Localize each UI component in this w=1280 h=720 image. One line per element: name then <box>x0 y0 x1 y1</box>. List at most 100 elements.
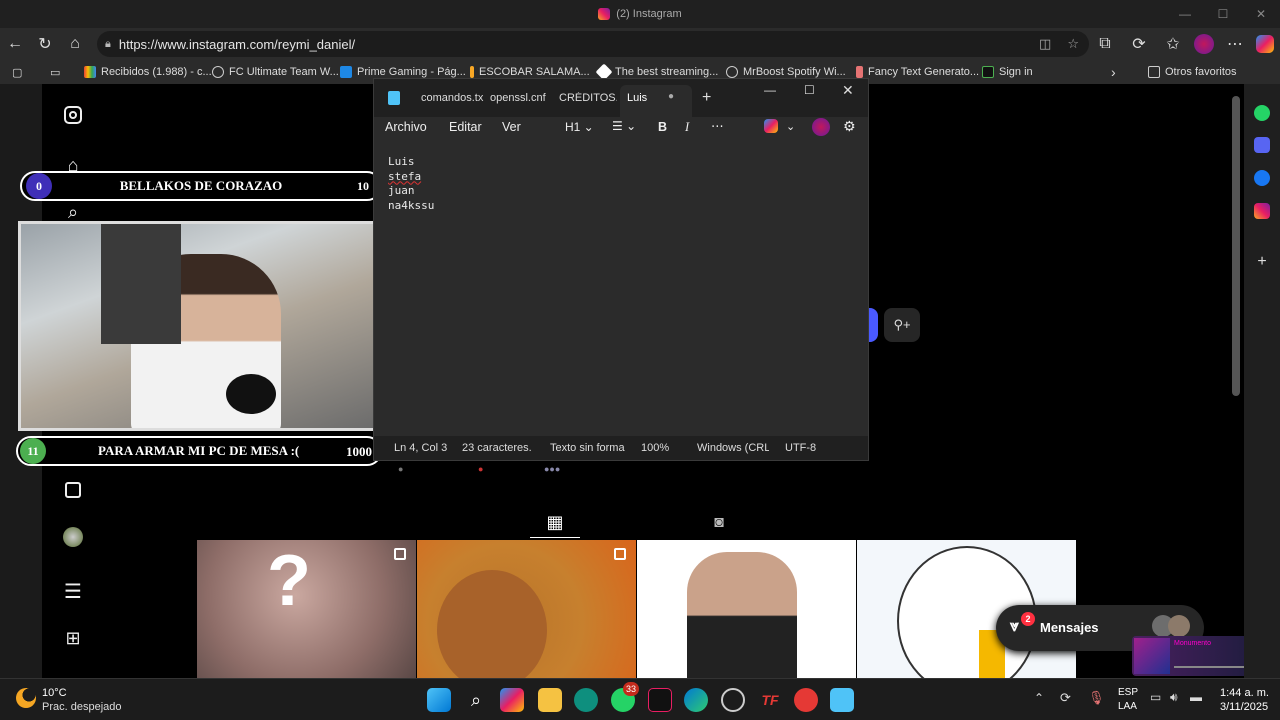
language-bottom[interactable]: LAA <box>1118 701 1137 712</box>
tray-chevron-up-icon[interactable]: ⌃ <box>1034 691 1044 705</box>
copilot-taskbar-icon[interactable] <box>500 688 524 712</box>
search-nav-icon[interactable]: ⌕ <box>62 201 84 223</box>
heading-dropdown[interactable]: H1 ⌄ <box>565 120 594 134</box>
tf-app-icon[interactable]: TF <box>758 688 782 712</box>
add-person-icon[interactable]: ⚲+ <box>884 308 920 342</box>
menu-nav-icon[interactable]: ☰ <box>62 580 84 603</box>
bookmark-fc-ultimate[interactable]: FC Ultimate Team W... <box>212 60 339 84</box>
tiktok-icon[interactable] <box>648 688 672 712</box>
italic-icon[interactable]: I <box>685 120 689 135</box>
bookmark-fancy-text[interactable]: Fancy Text Generato... <box>856 60 979 84</box>
status-line-ending: Windows (CRLF) <box>697 442 769 454</box>
notepad-profile-avatar[interactable] <box>812 118 830 136</box>
settings-gear-icon[interactable]: ⚙ <box>843 118 856 135</box>
instagram-logo-icon[interactable] <box>62 104 84 126</box>
weather-moon-icon[interactable] <box>16 688 36 708</box>
collections-icon[interactable]: ▭ <box>50 60 60 84</box>
messages-label: Mensajes <box>1040 620 1099 635</box>
bookmark-sign-in[interactable]: Sign in <box>982 60 1033 84</box>
split-screen-icon[interactable]: ◫ <box>1039 36 1051 52</box>
tab-comandos[interactable]: comandos.tx <box>421 92 483 104</box>
menu-archivo[interactable]: Archivo <box>385 120 427 134</box>
start-windows-icon[interactable] <box>427 688 451 712</box>
threads-nav-icon[interactable]: ⊞ <box>62 627 84 649</box>
post-thumbnail[interactable] <box>637 540 856 678</box>
battery-icon[interactable]: ▬ <box>1190 690 1202 704</box>
favorites-icon[interactable]: ✩ <box>1160 28 1186 60</box>
profile-avatar[interactable] <box>1194 34 1214 54</box>
address-bar[interactable]: 🔒︎ https://www.instagram.com/reymi_danie… <box>97 31 1089 57</box>
add-sidebar-icon[interactable]: + <box>1254 254 1270 270</box>
globe-icon <box>726 66 738 78</box>
file-explorer-icon[interactable] <box>538 688 562 712</box>
edge-icon[interactable] <box>684 688 708 712</box>
notepad-tab-bar: comandos.tx openssl.cnf CRÉDITOS.txt Lui… <box>374 79 868 117</box>
tagged-tab[interactable]: ◙ <box>706 508 732 538</box>
hidden-stat-icon: ● <box>398 464 404 474</box>
notepad-maximize-button[interactable]: ☐ <box>804 83 815 97</box>
minimize-button[interactable]: — <box>1166 0 1204 28</box>
weather-desc[interactable]: Prac. despejado <box>42 701 122 713</box>
text-line: na4kssu <box>388 198 435 212</box>
post-thumbnail[interactable]: ? <box>197 540 416 678</box>
dashboard-nav-icon[interactable] <box>62 479 84 501</box>
notepad-window: comandos.tx openssl.cnf CRÉDITOS.txt Lui… <box>373 78 869 461</box>
notepad-close-button[interactable]: ✕ <box>842 82 854 99</box>
notepad-taskbar-icon[interactable] <box>830 688 854 712</box>
copilot-notepad-icon[interactable] <box>764 119 778 133</box>
chipmunk-image <box>437 570 547 678</box>
facebook-sidebar-icon[interactable] <box>1254 170 1270 186</box>
read-aloud-icon[interactable]: ⟳ <box>1126 28 1152 60</box>
chevron-right-icon[interactable]: › <box>1111 60 1116 84</box>
globe-icon <box>212 66 224 78</box>
tray-sync-icon[interactable]: ⟳ <box>1060 690 1071 706</box>
copilot-chevron-down-icon[interactable]: ⌄ <box>786 120 795 133</box>
notepad-minimize-button[interactable]: — <box>764 83 776 97</box>
new-tab-plus-icon[interactable]: + <box>702 89 711 107</box>
page-scrollbar[interactable] <box>1232 96 1240 396</box>
clock-time[interactable]: 1:44 a. m. <box>1220 687 1269 699</box>
grid-icon: ▦ <box>546 512 564 532</box>
webcam-feed <box>18 221 382 431</box>
more-format-icon[interactable]: ⋯ <box>711 118 724 133</box>
profile-nav-avatar[interactable] <box>62 526 84 548</box>
maximize-button[interactable]: ☐ <box>1204 0 1242 28</box>
tab-actions-icon[interactable]: ▢ <box>12 60 22 84</box>
tab-creditos[interactable]: CRÉDITOS.txt <box>559 92 617 104</box>
notepad-text-area[interactable]: Luis stefa juan na4kssu <box>388 155 434 213</box>
menu-editar[interactable]: Editar <box>449 120 482 134</box>
steam-like-icon[interactable] <box>721 688 745 712</box>
refresh-icon[interactable]: ↻ <box>30 28 60 60</box>
media-player-icon[interactable] <box>794 688 818 712</box>
back-icon[interactable]: ← <box>0 28 30 60</box>
edge-dev-icon[interactable] <box>574 688 598 712</box>
close-window-button[interactable]: ✕ <box>1242 0 1280 28</box>
list-dropdown-icon[interactable]: ☰ ⌄ <box>612 119 636 133</box>
search-taskbar-icon[interactable]: ⌕ <box>464 688 488 712</box>
status-zoom[interactable]: 100% <box>641 442 669 454</box>
network-icon[interactable]: ▭ <box>1150 690 1161 704</box>
extensions-icon[interactable]: ⧉ <box>1092 28 1118 60</box>
menu-ver[interactable]: Ver <box>502 120 521 134</box>
whatsapp-taskbar-icon[interactable]: 33 <box>611 682 639 712</box>
copilot-icon[interactable] <box>1256 35 1274 53</box>
discord-sidebar-icon[interactable] <box>1254 137 1270 153</box>
language-top[interactable]: ESP <box>1118 687 1138 698</box>
other-favorites[interactable]: Otros favoritos <box>1148 60 1237 84</box>
instagram-favicon-icon <box>598 8 611 20</box>
more-options-icon[interactable]: ⋯ <box>1222 28 1248 60</box>
instagram-sidebar-icon[interactable] <box>1254 203 1270 219</box>
whatsapp-sidebar-icon[interactable] <box>1254 105 1270 121</box>
favorite-star-icon[interactable]: ☆ <box>1067 36 1079 52</box>
volume-icon[interactable]: 🔊︎ <box>1170 690 1178 705</box>
weather-temp[interactable]: 10°C <box>42 687 67 699</box>
tab-openssl[interactable]: openssl.cnf <box>490 92 546 104</box>
home-icon[interactable]: ⌂ <box>60 28 90 60</box>
post-thumbnail[interactable] <box>417 540 636 678</box>
clock-date[interactable]: 3/11/2025 <box>1220 701 1268 713</box>
bookmark-gmail[interactable]: Recibidos (1.988) - c... <box>84 60 212 84</box>
microphone-icon[interactable]: 🎙︎ <box>1088 690 1105 706</box>
tab-luis-active[interactable]: Luis ● <box>620 85 692 117</box>
posts-grid-tab[interactable]: ▦ <box>530 508 580 538</box>
bold-icon[interactable]: B <box>658 120 667 134</box>
